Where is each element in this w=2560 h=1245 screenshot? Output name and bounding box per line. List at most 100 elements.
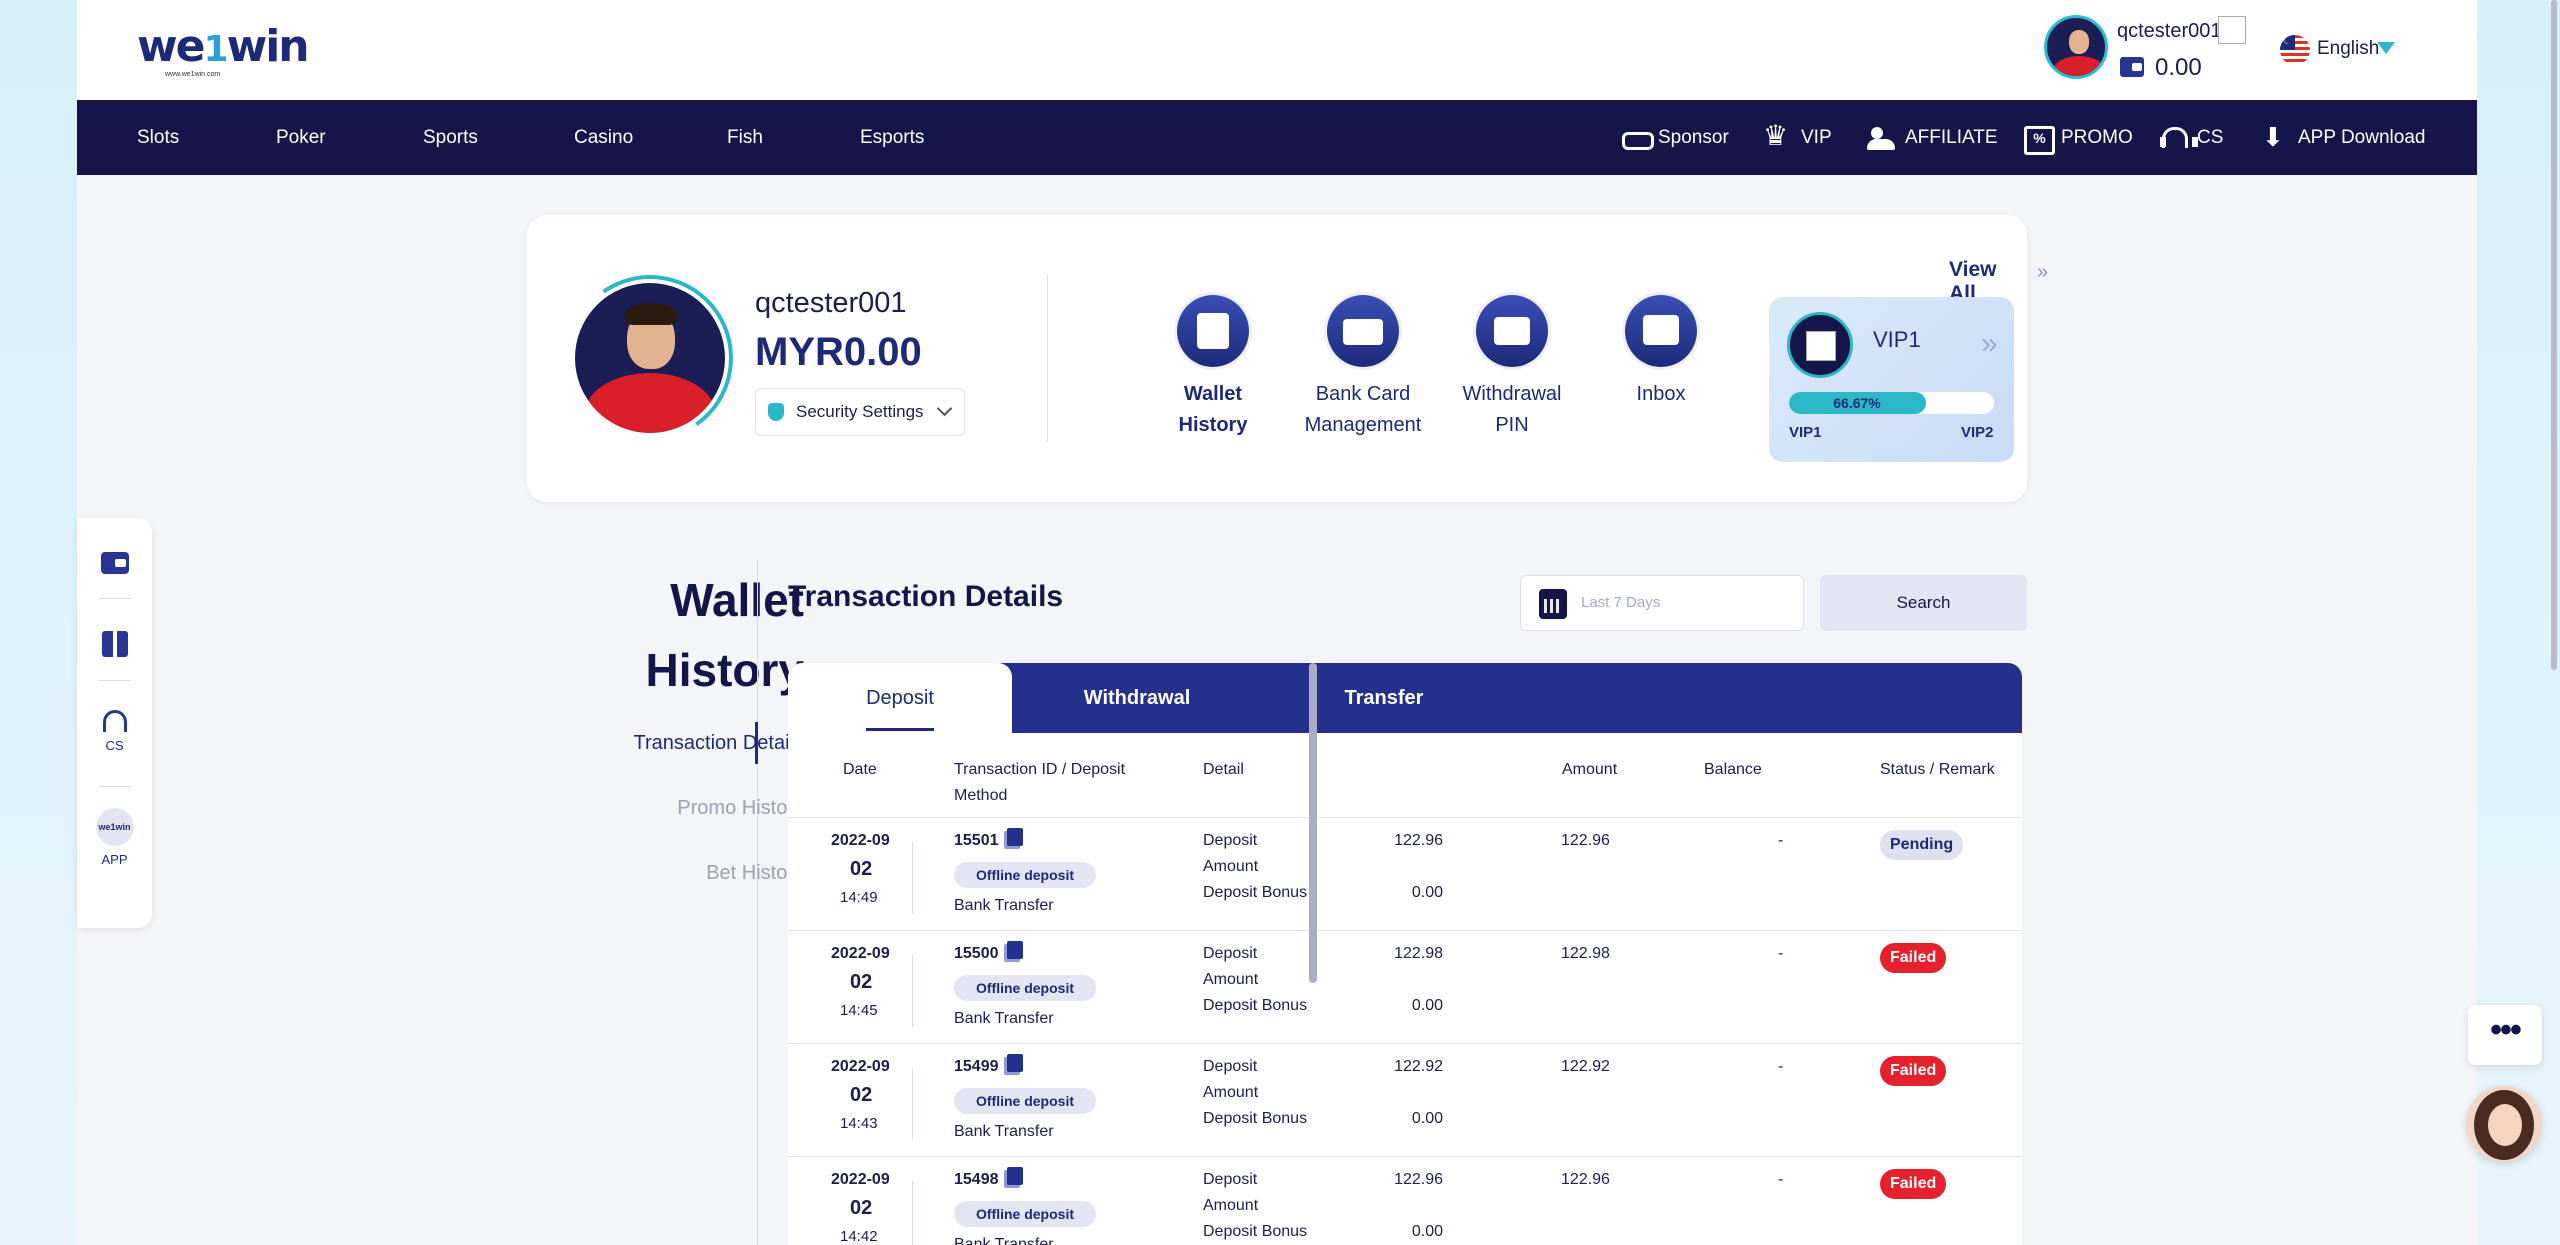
- search-button[interactable]: Search: [1820, 575, 2027, 631]
- nav-vip[interactable]: VIP: [1763, 100, 1832, 175]
- divider: [912, 842, 913, 914]
- profile-card: qctester001 MYR0.00 Security Settings Wa…: [527, 215, 2048, 502]
- wallet-icon: [100, 552, 129, 574]
- row-amount: 122.96: [1561, 832, 1610, 849]
- divider: [99, 786, 131, 787]
- site-logo[interactable]: we1win www.we1win.com: [137, 22, 310, 82]
- row-deposit-amount: 122.92: [1394, 1058, 1443, 1075]
- float-cs[interactable]: CS: [77, 710, 152, 753]
- section-title-line2: History: [645, 644, 804, 696]
- col-transaction-id: Transaction ID / Deposit Method: [954, 757, 1125, 809]
- divider: [912, 955, 913, 1027]
- document-icon: [1177, 295, 1249, 367]
- row-date-month: 2022-09: [831, 1058, 890, 1075]
- row-amount: 122.96: [1561, 1171, 1610, 1188]
- vip-card[interactable]: VIP1 » 66.67% VIP1 VIP2: [1769, 297, 2014, 462]
- tab-withdrawal[interactable]: Withdrawal: [1012, 663, 1262, 733]
- row-detail-label: Deposit Bonus: [1203, 1223, 1308, 1240]
- row-deposit-method: Bank Transfer: [954, 1010, 1054, 1027]
- bank-card-icon: [1327, 295, 1399, 367]
- header-username[interactable]: qctester001: [2117, 20, 2222, 43]
- nav-sponsor-label: Sponsor: [1658, 126, 1729, 148]
- nav-esports[interactable]: Esports: [860, 100, 924, 175]
- quick-link-withdrawal-pin[interactable]: Withdrawal PIN: [1437, 295, 1587, 441]
- quick-link-inbox[interactable]: Inbox: [1586, 295, 1736, 410]
- table-scrollbar[interactable]: [1309, 663, 1317, 983]
- row-deposit-bonus: 0.00: [1411, 1223, 1443, 1240]
- gift-icon: [101, 631, 128, 657]
- row-deposit-method: Bank Transfer: [954, 897, 1054, 914]
- nav-sports[interactable]: Sports: [423, 100, 478, 175]
- status-badge: Failed: [1880, 1169, 1947, 1199]
- row-deposit-amount: 122.96: [1394, 832, 1443, 849]
- quick-link-bank-card[interactable]: Bank Card Management: [1288, 295, 1438, 441]
- float-app-label: APP: [101, 852, 128, 867]
- tab-transfer[interactable]: Transfer: [1262, 663, 1506, 733]
- row-deposit-bonus: 0.00: [1411, 997, 1443, 1014]
- row-balance: -: [1778, 1058, 1784, 1075]
- page-title: Transaction Details: [788, 580, 1064, 613]
- row-transaction-id: 15501: [954, 832, 999, 849]
- headset-icon: [102, 710, 127, 732]
- tab-bar: Deposit Withdrawal Transfer: [788, 663, 2022, 733]
- chevron-down-icon[interactable]: [2377, 42, 2395, 54]
- vip-badge-icon: [1787, 312, 1853, 378]
- row-detail-label: Deposit: [1203, 1171, 1258, 1188]
- quick-link-label: Wallet History: [1178, 383, 1248, 436]
- side-link-bet-history[interactable]: Bet History: [527, 862, 804, 885]
- header-avatar[interactable]: [2044, 15, 2108, 79]
- page-scrollbar[interactable]: [2551, 0, 2557, 670]
- double-chevron-right-icon[interactable]: »: [2037, 261, 2048, 284]
- divider: [99, 680, 131, 681]
- copy-icon[interactable]: [1007, 828, 1023, 846]
- quick-link-label: Bank Card Management: [1304, 383, 1422, 436]
- row-balance: -: [1778, 1171, 1784, 1188]
- quick-link-wallet-history[interactable]: Wallet History: [1138, 295, 1288, 441]
- nav-poker[interactable]: Poker: [276, 100, 326, 175]
- row-detail-label: Deposit Bonus: [1203, 884, 1308, 901]
- language-selector[interactable]: English: [2317, 38, 2379, 60]
- nav-sponsor[interactable]: Sponsor: [1620, 100, 1729, 175]
- copy-icon[interactable]: [1007, 1054, 1023, 1072]
- row-deposit-method: Bank Transfer: [954, 1123, 1054, 1140]
- live-chat-agent-avatar[interactable]: [2466, 1086, 2542, 1162]
- status-badge: Pending: [1880, 830, 1964, 860]
- float-app[interactable]: we1win APP: [77, 808, 152, 867]
- row-amount: 122.98: [1561, 945, 1610, 962]
- date-range-picker[interactable]: Last 7 Days: [1520, 575, 1804, 631]
- nav-promo[interactable]: PROMO: [2023, 100, 2133, 175]
- nav-fish[interactable]: Fish: [727, 100, 763, 175]
- row-detail-label: Amount: [1203, 1197, 1259, 1214]
- nav-vip-label: VIP: [1801, 126, 1832, 148]
- row-date-day: 02: [850, 1197, 873, 1219]
- row-transaction-id: 15498: [954, 1171, 999, 1188]
- divider: [912, 1068, 913, 1140]
- copy-icon[interactable]: [1007, 1167, 1023, 1185]
- copy-icon[interactable]: [1007, 941, 1023, 959]
- security-settings-button[interactable]: Security Settings: [755, 388, 965, 436]
- date-range-placeholder: Last 7 Days: [1581, 594, 1661, 611]
- row-deposit-type: Offline deposit: [954, 862, 1096, 888]
- vip-progress-text: 66.67%: [1833, 395, 1881, 411]
- vip-level: VIP1: [1873, 327, 1921, 352]
- col-date: Date: [843, 761, 877, 778]
- nav-slots[interactable]: Slots: [137, 100, 179, 175]
- float-gift[interactable]: [77, 631, 152, 660]
- nav-app-download[interactable]: APP Download: [2260, 100, 2425, 175]
- tab-deposit[interactable]: Deposit: [788, 663, 1012, 733]
- float-wallet[interactable]: [77, 552, 152, 577]
- row-detail-label: Deposit: [1203, 945, 1258, 962]
- active-indicator: [755, 722, 758, 764]
- float-cs-label: CS: [105, 738, 124, 753]
- side-link-transaction-details[interactable]: Transaction Details: [527, 732, 804, 755]
- nav-cs[interactable]: CS: [2159, 100, 2223, 175]
- row-deposit-amount: 122.98: [1394, 945, 1443, 962]
- col-amount: Amount: [1562, 761, 1618, 778]
- wallet-icon: [2120, 57, 2144, 77]
- nav-affiliate[interactable]: AFFILIATE: [1867, 100, 1998, 175]
- side-link-promo-history[interactable]: Promo History: [527, 797, 804, 820]
- more-options-button[interactable]: •••: [2468, 1005, 2542, 1065]
- malaysia-flag-icon[interactable]: [2280, 35, 2310, 65]
- nav-casino[interactable]: Casino: [574, 100, 633, 175]
- app-logo-icon: we1win: [95, 808, 134, 846]
